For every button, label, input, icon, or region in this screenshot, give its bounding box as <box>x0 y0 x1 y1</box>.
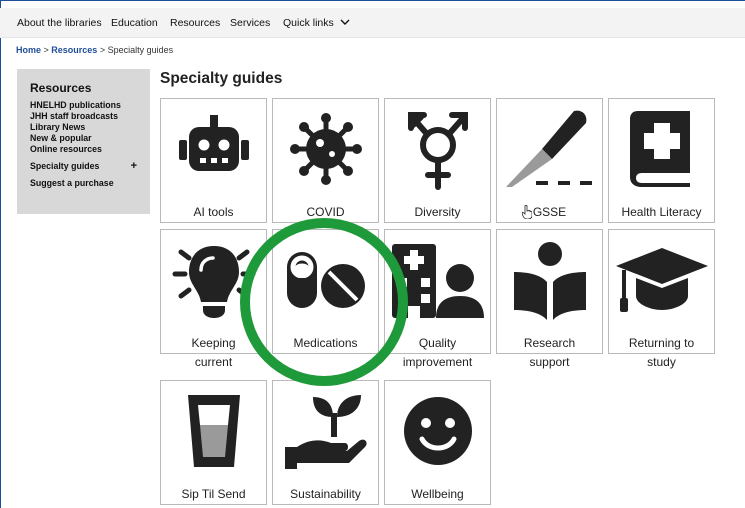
tile-label-line-2: current <box>194 355 233 369</box>
tile-label-line-2: study <box>647 355 676 369</box>
tile-sip-til-send[interactable]: Sip Til Send <box>160 380 267 505</box>
nav-about[interactable]: About the libraries <box>17 17 102 29</box>
smiley-icon <box>385 381 490 481</box>
hospital-user-icon <box>385 230 490 330</box>
virus-icon <box>273 99 378 199</box>
tile-label: Wellbeing <box>411 487 464 501</box>
nav-services[interactable]: Services <box>230 17 270 29</box>
tile-label-line-1: Research <box>523 336 576 350</box>
tile-wellbeing[interactable]: Wellbeing <box>384 380 491 505</box>
tile-label: Health Literacy <box>621 205 702 219</box>
tile-medications[interactable]: Medications <box>272 229 379 354</box>
page-title: Specialty guides <box>160 70 283 87</box>
expand-plus-icon[interactable]: + <box>131 161 137 172</box>
tile-label-line-2: improvement <box>402 355 473 369</box>
gender-symbol-icon <box>385 99 490 199</box>
sidebar-item-label: Online resources <box>30 144 102 154</box>
robot-icon <box>161 99 266 199</box>
nav-quick-links-label: Quick links <box>283 17 334 29</box>
tile-label-line-1: Quality <box>418 336 457 350</box>
tile-returning-to-study[interactable]: Returning to study <box>608 229 715 369</box>
tile-label: Keeping current <box>161 334 266 372</box>
tile-gsse[interactable]: GSSE <box>496 98 603 223</box>
graduation-cap-icon <box>609 230 714 330</box>
sidebar-item-label: Specialty guides <box>30 161 100 171</box>
sidebar-item-suggest-purchase[interactable]: Suggest a purchase <box>30 178 137 189</box>
sidebar-item-label: New & popular <box>30 133 92 143</box>
chevron-down-icon <box>340 19 350 25</box>
tile-label-line-2: support <box>529 355 570 369</box>
tile-label: Sip Til Send <box>181 487 246 501</box>
breadcrumb-sep-2: > <box>97 45 108 55</box>
sidebar-item-label: HNELHD publications <box>30 100 121 110</box>
nav-quick-links[interactable]: Quick links <box>283 17 350 29</box>
medical-book-icon <box>609 99 714 199</box>
tile-label-line-1: Keeping <box>191 336 236 350</box>
tile-label: Medications <box>293 336 358 350</box>
sidebar-item-new-popular[interactable]: New & popular <box>30 133 137 144</box>
sidebar-item-library-news[interactable]: Library News <box>30 122 137 133</box>
tile-label-line-1: Returning to <box>628 336 695 350</box>
tile-label: Diversity <box>414 205 461 219</box>
tile-label: AI tools <box>193 205 234 219</box>
tile-label: Returning to study <box>609 334 714 372</box>
sidebar-title: Resources <box>30 81 92 95</box>
tile-sustainability[interactable]: Sustainability <box>272 380 379 505</box>
breadcrumb: Home > Resources > Specialty guides <box>16 45 173 55</box>
tile-label: COVID <box>306 205 345 219</box>
breadcrumb-current: Specialty guides <box>107 45 174 55</box>
tile-diversity[interactable]: Diversity <box>384 98 491 223</box>
tile-label: GSSE <box>532 205 567 219</box>
pills-icon <box>273 230 378 330</box>
tile-ai-tools[interactable]: AI tools <box>160 98 267 223</box>
seedling-hand-icon <box>273 381 378 481</box>
lightbulb-icon <box>161 230 266 330</box>
nav-education[interactable]: Education <box>111 17 158 29</box>
tile-research-support[interactable]: Research support <box>496 229 603 369</box>
breadcrumb-sep: > <box>41 45 52 55</box>
sidebar-item-specialty-guides[interactable]: Specialty guides + <box>30 161 137 172</box>
tile-label: Quality improvement <box>385 334 490 372</box>
tile-quality-improvement[interactable]: Quality improvement <box>384 229 491 369</box>
sidebar-item-label: Library News <box>30 122 86 132</box>
reading-person-icon <box>497 230 602 330</box>
tile-health-literacy[interactable]: Health Literacy <box>608 98 715 223</box>
sidebar-item-broadcasts[interactable]: JHH staff broadcasts <box>30 111 137 122</box>
sidebar-item-publications[interactable]: HNELHD publications <box>30 100 137 111</box>
sidebar: Resources HNELHD publications JHH staff … <box>17 69 150 214</box>
tile-keeping-current[interactable]: Keeping current <box>160 229 267 369</box>
breadcrumb-home[interactable]: Home <box>16 45 41 55</box>
tile-covid[interactable]: COVID <box>272 98 379 223</box>
sidebar-item-label: JHH staff broadcasts <box>30 111 118 121</box>
glass-icon <box>161 381 266 481</box>
tile-label: Research support <box>497 334 602 372</box>
sidebar-item-label: Suggest a purchase <box>30 178 114 188</box>
scalpel-icon <box>497 99 602 199</box>
sidebar-item-online-resources[interactable]: Online resources <box>30 144 137 155</box>
nav-resources[interactable]: Resources <box>170 17 220 29</box>
breadcrumb-resources[interactable]: Resources <box>51 45 97 55</box>
top-navigation: About the libraries Education Resources … <box>0 8 745 38</box>
tile-label: Sustainability <box>290 487 361 501</box>
